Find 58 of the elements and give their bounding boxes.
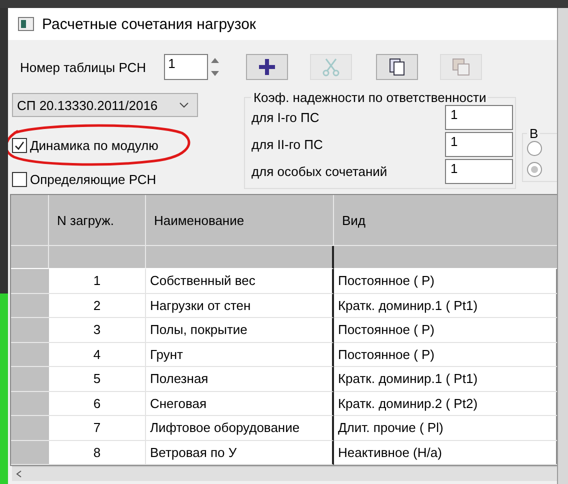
row-header[interactable]	[10, 416, 49, 440]
table-cell: Полы, покрытие	[146, 318, 334, 342]
toolbar-button[interactable]	[246, 54, 288, 80]
table-corner	[10, 195, 49, 246]
row-header[interactable]	[10, 367, 49, 392]
window-title: Расчетные сочетания нагрузок	[42, 16, 256, 32]
coefficient-label: для особых сочетаний	[251, 164, 388, 179]
row-header[interactable]	[10, 392, 49, 416]
copy-icon	[387, 57, 408, 77]
horizontal-scrollbar[interactable]	[12, 466, 558, 481]
toolbar-button[interactable]	[376, 54, 418, 80]
radio-button[interactable]	[527, 162, 542, 177]
coefficient-label: для II-го ПС	[251, 137, 323, 152]
row-header[interactable]	[10, 342, 49, 367]
table-cell: Нагрузки от стен	[146, 294, 334, 318]
table-cell: 4	[48, 342, 146, 367]
row-header[interactable]	[10, 440, 49, 465]
column-header[interactable]: Вид	[334, 195, 558, 246]
table-number-field[interactable]: 1	[164, 54, 208, 80]
table-cell: 1	[48, 269, 146, 294]
table-cell: Полезная	[146, 367, 334, 392]
spin-up-icon[interactable]	[211, 58, 220, 63]
table-cell: Собственный вес	[146, 269, 334, 294]
column-header[interactable]: Наименование	[146, 195, 334, 246]
table-cell: Грунт	[146, 342, 334, 367]
window-icon	[18, 17, 34, 31]
checkbox[interactable]	[12, 138, 27, 152]
checkbox-label: Динамика по модулю	[30, 138, 158, 152]
table-number-label: Номер таблицы РСН	[20, 60, 146, 74]
scissors-icon	[321, 57, 342, 77]
row-header[interactable]	[10, 318, 49, 342]
table-cell: 7	[48, 416, 146, 440]
checkbox[interactable]	[12, 172, 27, 186]
row-header[interactable]	[10, 294, 49, 318]
filter-cell[interactable]	[146, 246, 334, 269]
coefficient-label: для I-го ПС	[251, 110, 320, 125]
chevron-down-icon	[178, 102, 189, 108]
checkbox-label: Определяющие РСН	[30, 172, 156, 186]
plus-icon	[257, 57, 278, 77]
table-cell: 2	[48, 294, 146, 318]
group-title: Коэф. надежности по ответственности	[252, 90, 488, 105]
paste-icon	[451, 57, 472, 77]
table-cell: 6	[48, 392, 146, 416]
table-cell: Лифтовое оборудование	[146, 416, 334, 440]
table-cell: 3	[48, 318, 146, 342]
coefficient-field[interactable]: 1	[445, 105, 514, 130]
norm-dropdown[interactable]: СП 20.13330.2011/2016	[12, 93, 198, 117]
radio-button[interactable]	[527, 141, 542, 156]
group-title: В	[528, 126, 540, 141]
table-cell: 5	[48, 367, 146, 392]
coefficient-field[interactable]: 1	[445, 159, 514, 184]
spin-down-icon[interactable]	[211, 71, 220, 76]
table-cell: 8	[48, 440, 146, 465]
row-header[interactable]	[10, 269, 49, 294]
table-cell: Снеговая	[146, 392, 334, 416]
column-header[interactable]: N загруж.	[48, 195, 146, 246]
coefficient-field[interactable]: 1	[445, 132, 514, 157]
scroll-left-icon[interactable]	[16, 470, 22, 478]
